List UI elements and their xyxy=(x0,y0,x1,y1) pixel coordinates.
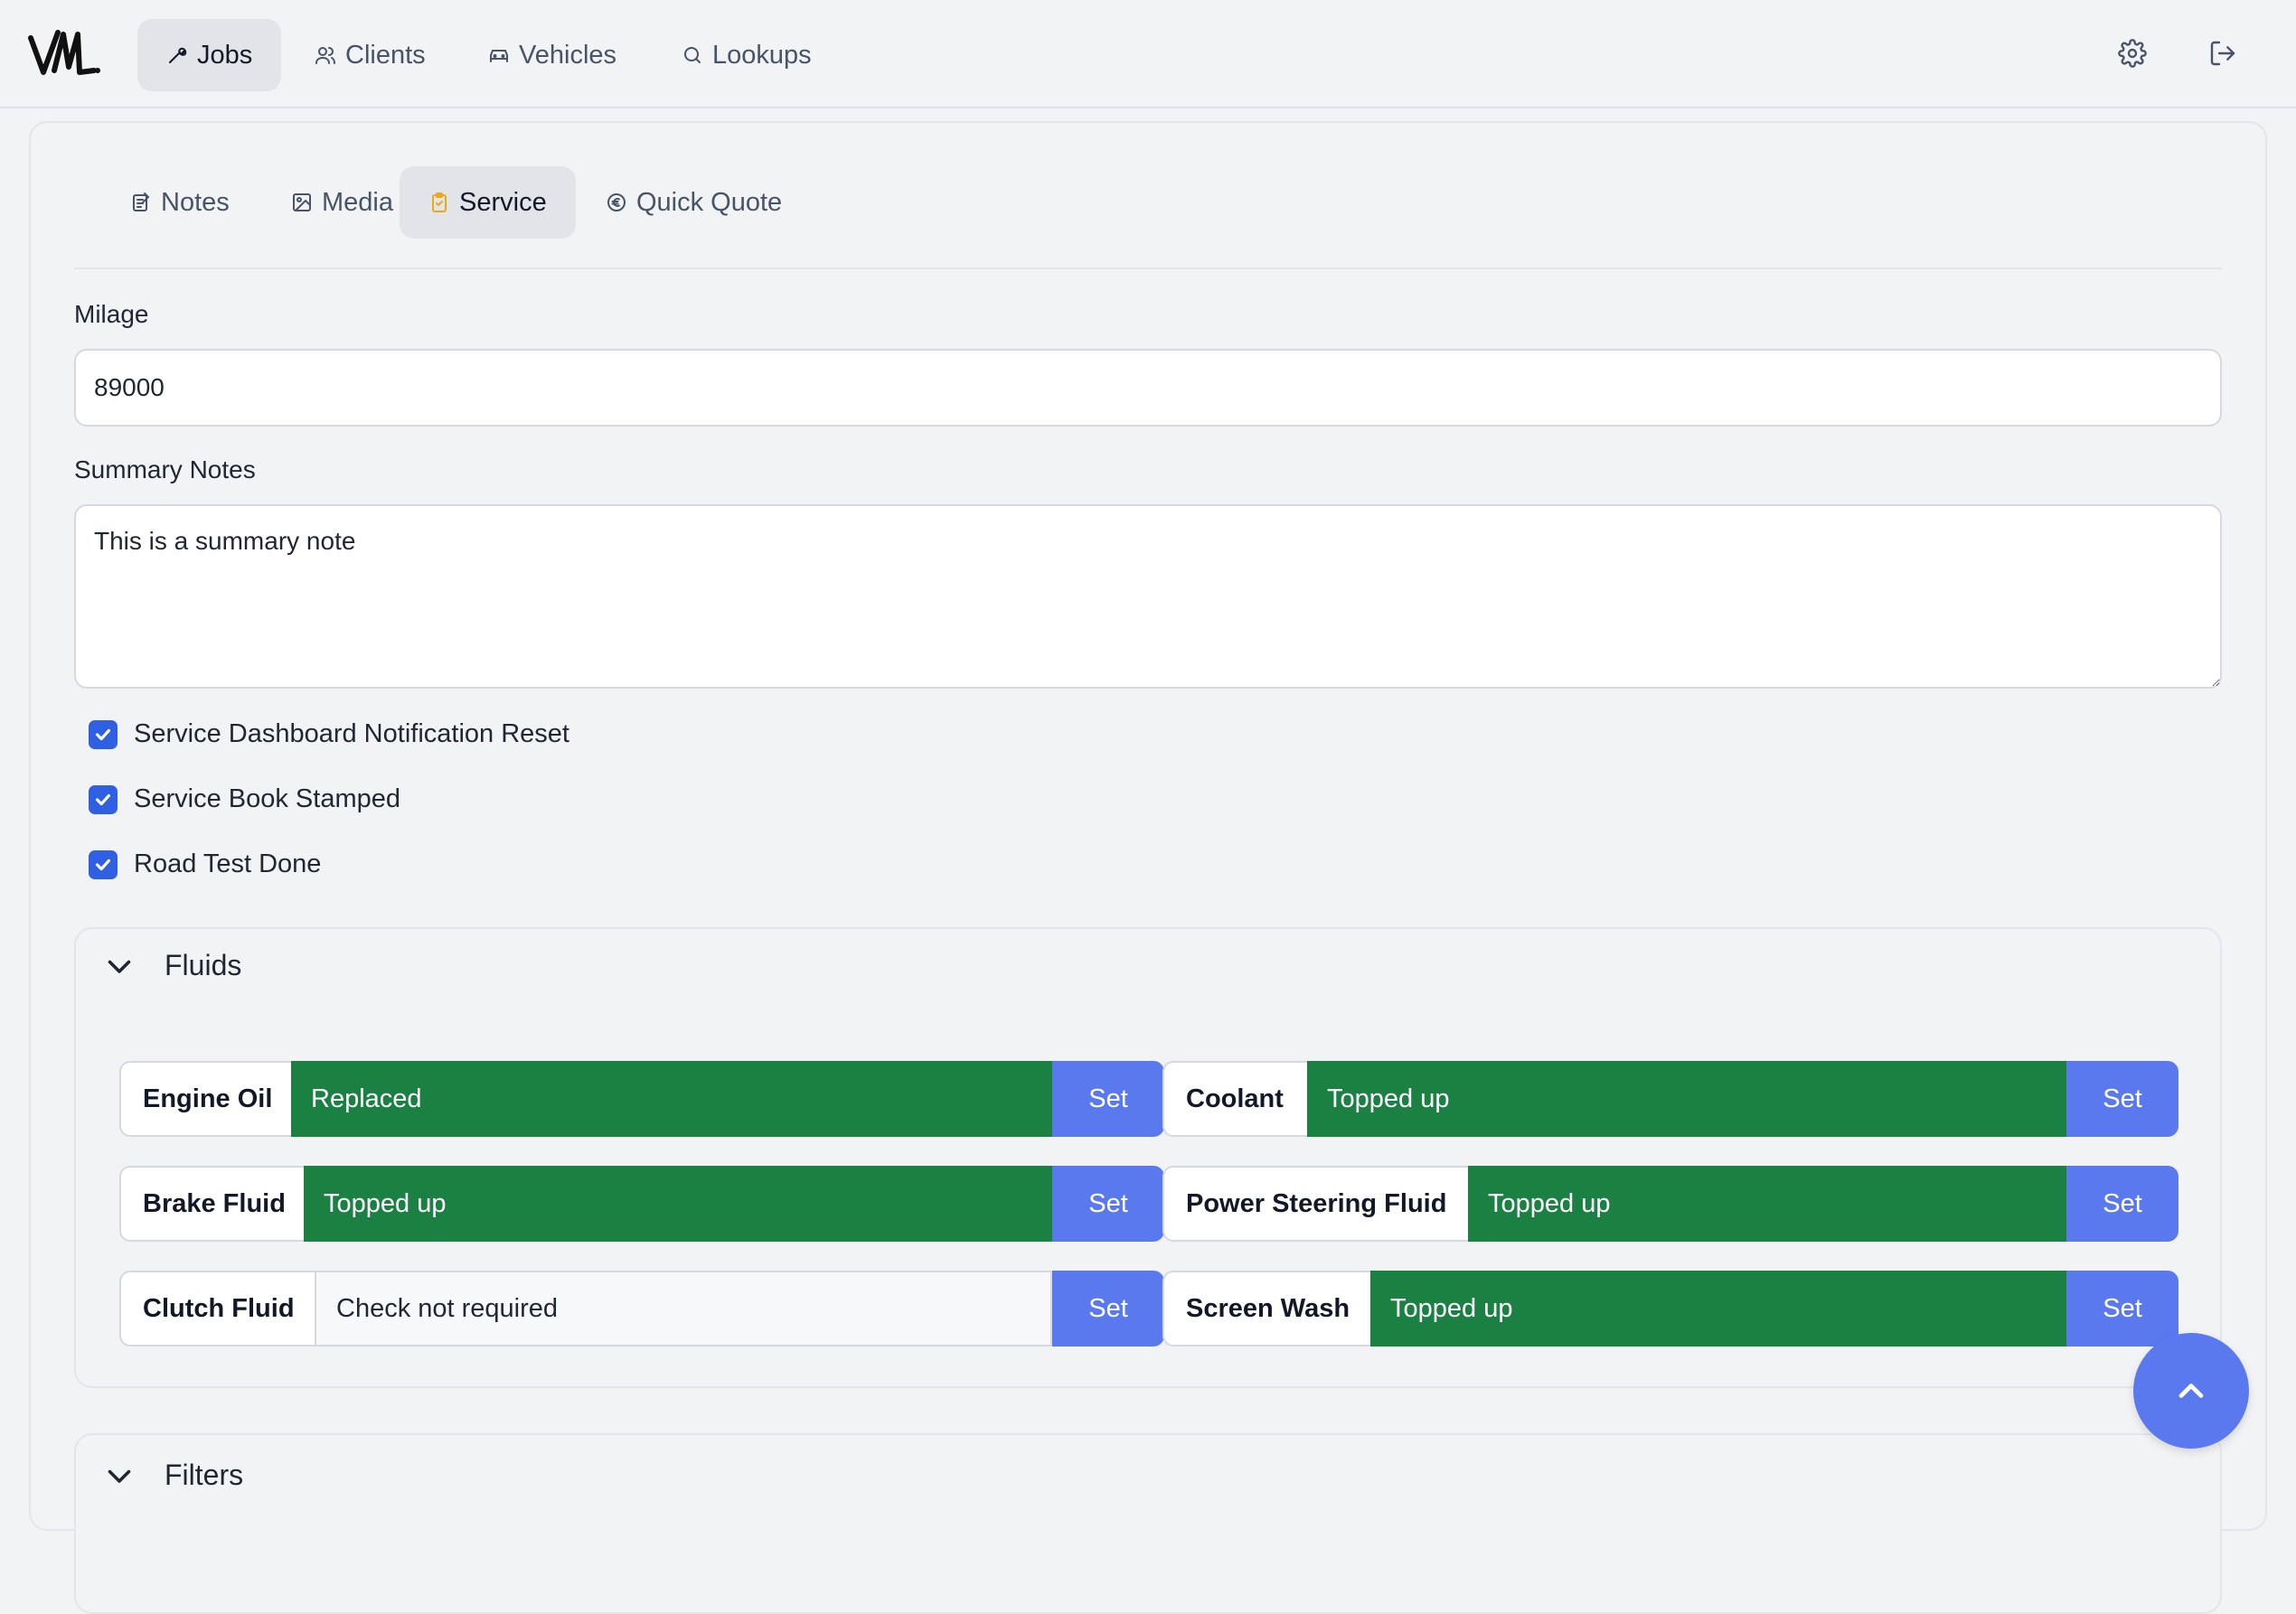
checkbox-road-test-done[interactable]: Road Test Done xyxy=(89,849,321,879)
tab-label: Service xyxy=(459,187,547,217)
fluid-row-brake-fluid: Brake Fluid Topped up Set xyxy=(119,1166,1164,1242)
fluid-row-engine-oil: Engine Oil Replaced Set xyxy=(119,1061,1164,1137)
users-icon xyxy=(315,44,336,66)
car-icon xyxy=(488,44,510,66)
settings-button[interactable] xyxy=(2112,33,2153,74)
tab-media[interactable]: Media xyxy=(262,166,422,239)
checkbox-label: Service Book Stamped xyxy=(134,784,400,813)
fluid-status: Topped up xyxy=(1307,1061,2066,1137)
top-navbar: Jobs Clients Vehicles Lookups xyxy=(0,0,2296,108)
euro-icon xyxy=(606,192,627,213)
tab-label: Media xyxy=(322,187,393,217)
milage-label: Milage xyxy=(74,300,149,328)
logout-button[interactable] xyxy=(2202,33,2244,74)
checkbox-service-book-stamped[interactable]: Service Book Stamped xyxy=(89,784,400,814)
checkbox-label: Service Dashboard Notification Reset xyxy=(134,719,569,748)
chevron-down-icon xyxy=(103,1459,136,1492)
fluid-status: Topped up xyxy=(304,1166,1052,1242)
checkbox-dashboard-reset[interactable]: Service Dashboard Notification Reset xyxy=(89,719,569,749)
fluids-accordion-header[interactable]: Fluids xyxy=(103,949,241,982)
clipboard-icon xyxy=(428,192,450,213)
milage-input[interactable] xyxy=(74,349,2222,427)
nav-item-lookups[interactable]: Lookups xyxy=(653,19,841,91)
fluid-row-clutch-fluid: Clutch Fluid Check not required Set xyxy=(119,1271,1164,1347)
nav-item-label: Vehicles xyxy=(519,40,617,70)
filters-accordion-header[interactable]: Filters xyxy=(103,1459,243,1492)
job-detail-card: Notes Media Service Quick Quote Milage S… xyxy=(29,121,2267,1614)
search-icon xyxy=(682,44,703,66)
fluid-status: Check not required xyxy=(315,1271,1052,1347)
nav-item-label: Jobs xyxy=(197,40,253,70)
set-button[interactable]: Set xyxy=(1052,1061,1164,1137)
set-button[interactable]: Set xyxy=(2066,1271,2178,1347)
fluid-name: Engine Oil xyxy=(119,1061,291,1137)
checkbox-label: Road Test Done xyxy=(134,849,322,878)
tab-notes[interactable]: Notes xyxy=(101,166,259,239)
fluids-title: Fluids xyxy=(165,949,242,981)
tabs-divider xyxy=(74,267,2222,269)
chevron-down-icon xyxy=(103,950,136,982)
set-button[interactable]: Set xyxy=(1052,1271,1164,1347)
summary-notes-label: Summary Notes xyxy=(74,455,256,483)
filters-title: Filters xyxy=(165,1459,244,1491)
set-button[interactable]: Set xyxy=(2066,1166,2178,1242)
nav-item-label: Lookups xyxy=(712,40,812,70)
nav-item-vehicles[interactable]: Vehicles xyxy=(459,19,645,91)
fluid-status: Replaced xyxy=(291,1061,1052,1137)
fluid-row-power-steering-fluid: Power Steering Fluid Topped up Set xyxy=(1162,1166,2178,1242)
fluid-name: Screen Wash xyxy=(1162,1271,1370,1347)
tab-label: Notes xyxy=(161,187,230,217)
nav-item-jobs[interactable]: Jobs xyxy=(137,19,282,91)
gear-icon xyxy=(2118,39,2147,68)
set-button[interactable]: Set xyxy=(1052,1166,1164,1242)
tab-label: Quick Quote xyxy=(636,187,783,217)
fluids-accordion: Fluids Engine Oil Replaced Set Coolant T… xyxy=(74,927,2222,1388)
fluid-row-screen-wash: Screen Wash Topped up Set xyxy=(1162,1271,2178,1347)
checkbox-checked[interactable] xyxy=(89,784,118,814)
fluid-name: Brake Fluid xyxy=(119,1166,304,1242)
fluid-status: Topped up xyxy=(1468,1166,2066,1242)
scroll-to-top-button[interactable] xyxy=(2133,1333,2249,1449)
checkbox-checked[interactable] xyxy=(89,849,118,879)
nav-item-label: Clients xyxy=(345,40,426,70)
image-icon xyxy=(291,192,313,213)
nav-item-clients[interactable]: Clients xyxy=(286,19,455,91)
fluid-row-coolant: Coolant Topped up Set xyxy=(1162,1061,2178,1137)
tab-quick-quote[interactable]: Quick Quote xyxy=(577,166,811,239)
fluid-name: Clutch Fluid xyxy=(119,1271,315,1347)
logout-icon xyxy=(2208,39,2237,68)
fluid-name: Coolant xyxy=(1162,1061,1307,1137)
summary-notes-textarea[interactable]: This is a summary note xyxy=(74,504,2222,689)
app-logo[interactable] xyxy=(27,25,103,83)
fluid-name: Power Steering Fluid xyxy=(1162,1166,1468,1242)
notes-icon xyxy=(130,192,152,213)
wrench-icon xyxy=(166,44,188,66)
tab-service[interactable]: Service xyxy=(400,166,576,239)
fluid-status: Topped up xyxy=(1370,1271,2066,1347)
filters-accordion: Filters xyxy=(74,1433,2222,1614)
chevron-up-icon xyxy=(2171,1371,2211,1411)
checkbox-checked[interactable] xyxy=(89,719,118,749)
set-button[interactable]: Set xyxy=(2066,1061,2178,1137)
